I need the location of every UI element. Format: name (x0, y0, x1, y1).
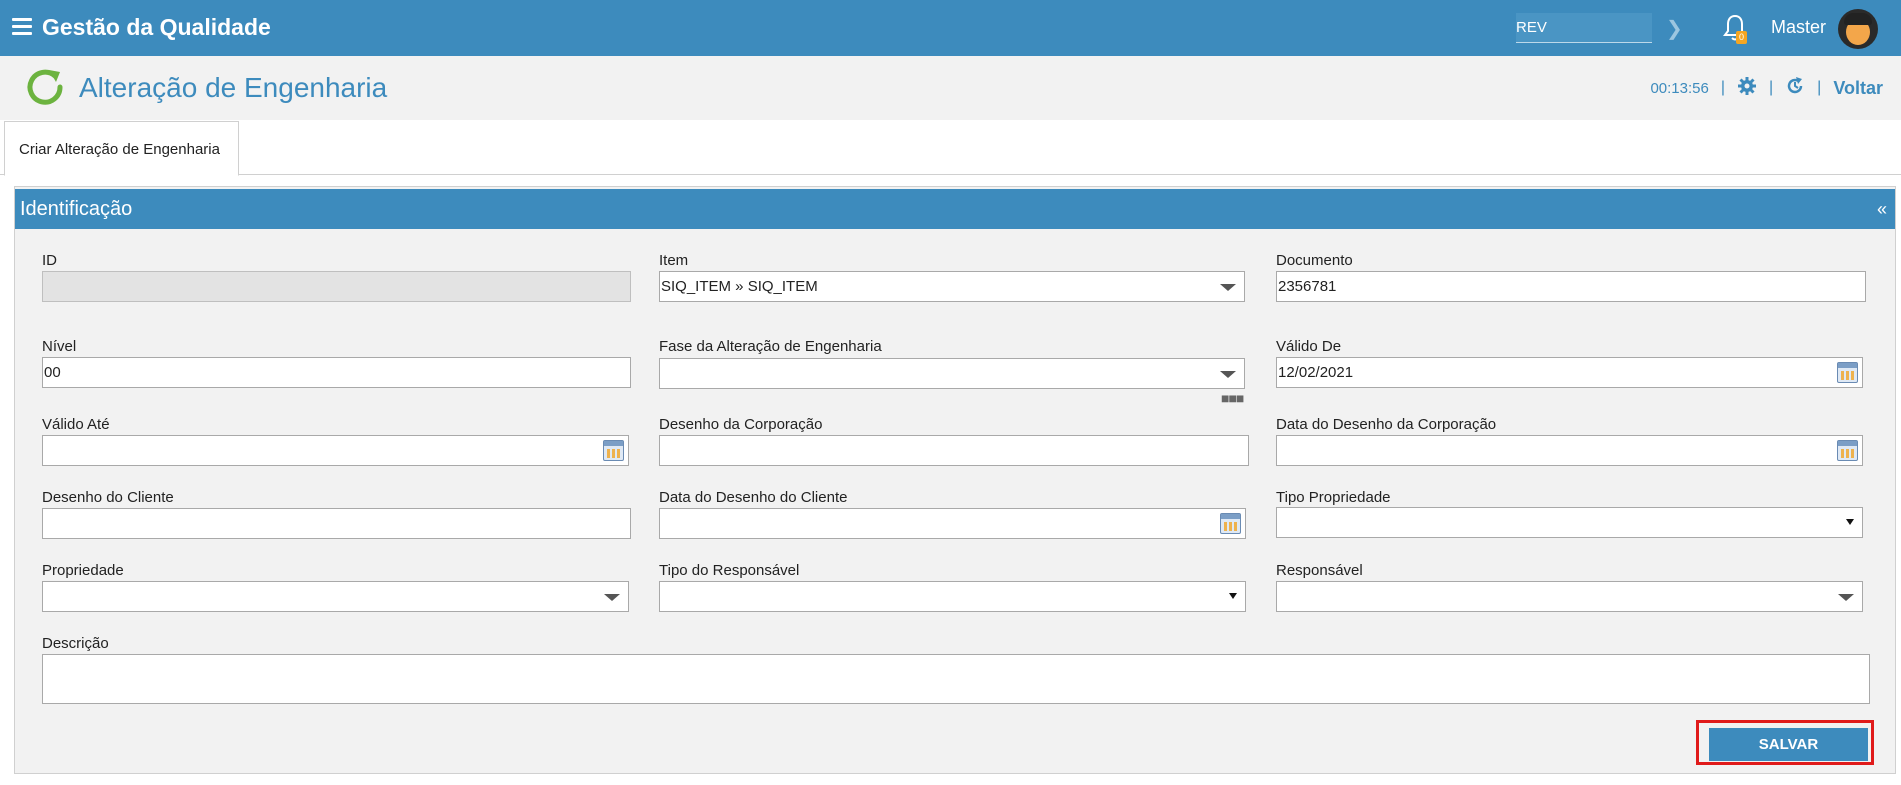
collapse-icon[interactable]: « (1877, 199, 1887, 220)
session-timer: 00:13:56 (1650, 79, 1709, 97)
panel-header[interactable]: Identificação « (15, 189, 1895, 229)
descricao-textarea[interactable] (42, 654, 1870, 704)
app-title: Gestão da Qualidade (42, 14, 271, 40)
back-link[interactable]: Voltar (1833, 78, 1883, 99)
responsavel-select[interactable] (1276, 581, 1863, 612)
nivel-label: Nível (42, 338, 77, 355)
chevron-down-icon (604, 594, 620, 601)
calendar-icon[interactable] (603, 440, 624, 461)
caret-down-icon (1229, 593, 1237, 599)
id-label: ID (42, 252, 57, 269)
desenho-corporacao-label: Desenho da Corporação (659, 416, 823, 433)
notification-bell-icon[interactable]: 0 (1722, 13, 1748, 45)
save-button[interactable]: SALVAR (1709, 728, 1868, 761)
fase-select[interactable] (659, 358, 1245, 389)
item-select[interactable]: SIQ_ITEM » SIQ_ITEM (659, 271, 1245, 302)
desenho-corporacao-input[interactable] (659, 435, 1249, 466)
propriedade-label: Propriedade (42, 562, 124, 579)
gear-icon[interactable] (1737, 76, 1757, 100)
nivel-input[interactable]: 00 (42, 357, 631, 388)
fase-label: Fase da Alteração de Engenharia (659, 338, 882, 355)
chevron-right-icon[interactable]: ❯ (1666, 16, 1683, 41)
valido-de-label: Válido De (1276, 338, 1342, 355)
data-desenho-cliente-label: Data do Desenho do Cliente (659, 489, 848, 506)
data-desenho-cliente-input[interactable] (659, 508, 1246, 539)
page-title: Alteração de Engenharia (79, 72, 388, 103)
calendar-icon[interactable] (1837, 440, 1858, 461)
documento-input[interactable]: 2356781 (1276, 271, 1866, 302)
documento-label: Documento (1276, 252, 1353, 269)
rev-search-input[interactable] (1516, 19, 1652, 36)
valido-de-value: 12/02/2021 (1278, 364, 1354, 381)
page-header: Alteração de Engenharia 00:13:56 | | | V… (0, 56, 1901, 120)
chevron-down-icon (1220, 371, 1236, 378)
user-avatar[interactable] (1838, 9, 1878, 49)
tipo-propriedade-select[interactable] (1276, 507, 1863, 538)
responsavel-label: Responsável (1276, 562, 1363, 579)
top-bar: Gestão da Qualidade ❯ 0 Master (0, 0, 1901, 56)
item-label: Item (659, 252, 689, 269)
desenho-cliente-input[interactable] (42, 508, 631, 539)
chevron-down-icon (1838, 594, 1854, 601)
rev-search-field[interactable] (1516, 13, 1652, 43)
calendar-icon[interactable] (1220, 513, 1241, 534)
propriedade-select[interactable] (42, 581, 629, 612)
hamburger-menu-icon[interactable] (12, 18, 32, 36)
history-icon[interactable] (1785, 76, 1805, 100)
data-desenho-corporacao-input[interactable] (1276, 435, 1863, 466)
panel-title: Identificação (20, 198, 133, 220)
valido-de-input[interactable]: 12/02/2021 (1276, 357, 1863, 388)
caret-down-icon (1846, 519, 1854, 525)
header-actions: 00:13:56 | | | Voltar (1650, 76, 1883, 100)
tipo-propriedade-label: Tipo Propriedade (1276, 489, 1391, 506)
item-value: SIQ_ITEM » SIQ_ITEM (661, 278, 818, 295)
valido-ate-input[interactable] (42, 435, 629, 466)
id-field (42, 271, 631, 302)
tipo-responsavel-label: Tipo do Responsável (659, 562, 800, 579)
valido-ate-label: Válido Até (42, 416, 110, 433)
tab-bar: Criar Alteração de Engenharia (0, 120, 1901, 176)
tab-criar-alteracao[interactable]: Criar Alteração de Engenharia (4, 121, 239, 176)
user-name[interactable]: Master (1771, 17, 1826, 38)
notification-badge: 0 (1736, 31, 1747, 44)
tipo-responsavel-select[interactable] (659, 581, 1246, 612)
refresh-logo-icon (22, 64, 68, 110)
chevron-down-icon (1220, 284, 1236, 291)
data-desenho-corporacao-label: Data do Desenho da Corporação (1276, 416, 1497, 433)
desenho-cliente-label: Desenho do Cliente (42, 489, 174, 506)
more-options-icon[interactable]: ■■■ (1221, 390, 1244, 406)
calendar-icon[interactable] (1837, 362, 1858, 383)
descricao-label: Descrição (42, 635, 109, 652)
